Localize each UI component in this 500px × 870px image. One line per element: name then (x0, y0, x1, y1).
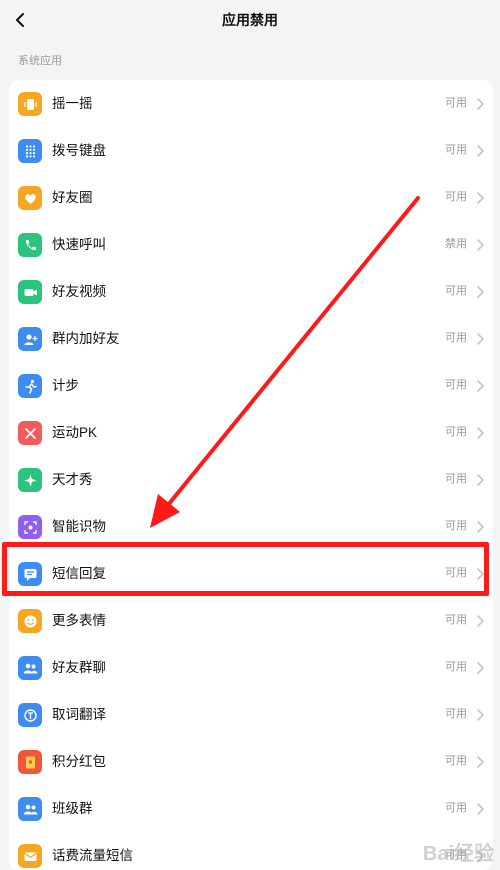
class-group-icon (18, 797, 42, 821)
swords-icon (18, 421, 42, 445)
chevron-right-icon (477, 286, 484, 298)
app-row[interactable]: 运动PK 可用 (9, 409, 493, 456)
app-name: 计步 (52, 378, 79, 393)
scan-icon (18, 515, 42, 539)
page-title: 应用禁用 (222, 12, 278, 28)
app-status: 可用 (445, 426, 467, 438)
chevron-right-icon (477, 756, 484, 768)
add-friend-icon (18, 327, 42, 351)
app-status: 可用 (445, 332, 467, 344)
sparkle-icon (18, 468, 42, 492)
app-name: 快速呼叫 (52, 237, 106, 252)
app-row[interactable]: 班级群 可用 (9, 785, 493, 832)
chevron-right-icon (477, 239, 484, 251)
app-name: 智能识物 (52, 519, 106, 534)
shake-icon (18, 92, 42, 116)
app-disable-screen: 应用禁用 系统应用 摇一摇 可用 拨号键盘 可用 好友圈 可用 快速呼叫 禁用 好友视频 可用 群内… (0, 0, 500, 870)
app-name: 好友视频 (52, 284, 106, 299)
app-name: 积分红包 (52, 754, 106, 769)
app-row[interactable]: 智能识物 可用 (9, 503, 493, 550)
app-name: 摇一摇 (52, 96, 93, 111)
app-row[interactable]: 拨号键盘 可用 (9, 127, 493, 174)
watermark: Bai经验 (422, 843, 494, 865)
chevron-right-icon (477, 709, 484, 721)
app-row[interactable]: 话费流量短信 可用 (9, 832, 493, 870)
app-row[interactable]: 好友视频 可用 (9, 268, 493, 315)
app-status: 可用 (445, 473, 467, 485)
app-status: 禁用 (445, 238, 467, 250)
header: 应用禁用 (0, 0, 500, 40)
group-chat-icon (18, 656, 42, 680)
app-name: 话费流量短信 (52, 848, 133, 863)
app-row[interactable]: 摇一摇 可用 (9, 80, 493, 127)
dialpad-icon (18, 139, 42, 163)
chevron-right-icon (477, 662, 484, 674)
app-status: 可用 (445, 520, 467, 532)
app-row[interactable]: 计步 可用 (9, 362, 493, 409)
message-icon (18, 562, 42, 586)
phone-icon (18, 233, 42, 257)
chevron-right-icon (477, 474, 484, 486)
app-row[interactable]: 天才秀 可用 (9, 456, 493, 503)
chevron-right-icon (477, 145, 484, 157)
app-name: 短信回复 (52, 566, 106, 581)
chevron-right-icon (477, 192, 484, 204)
chevron-right-icon (477, 98, 484, 110)
app-name: 取词翻译 (52, 707, 106, 722)
app-status: 可用 (445, 755, 467, 767)
heart-icon (18, 186, 42, 210)
red-packet-icon (18, 750, 42, 774)
chevron-left-icon (16, 13, 24, 27)
chevron-right-icon (477, 380, 484, 392)
app-status: 可用 (445, 97, 467, 109)
section-label: 系统应用 (18, 55, 62, 67)
app-list: 摇一摇 可用 拨号键盘 可用 好友圈 可用 快速呼叫 禁用 好友视频 可用 群内加好友 可用 计步 可用运… (9, 80, 493, 870)
translate-icon (18, 703, 42, 727)
smile-icon (18, 609, 42, 633)
app-name: 更多表情 (52, 613, 106, 628)
app-status: 可用 (445, 708, 467, 720)
app-name: 拨号键盘 (52, 143, 106, 158)
app-status: 可用 (445, 191, 467, 203)
app-status: 可用 (445, 567, 467, 579)
app-name: 班级群 (52, 801, 93, 816)
chevron-right-icon (477, 803, 484, 815)
app-status: 可用 (445, 614, 467, 626)
app-name: 运动PK (52, 425, 98, 440)
app-row[interactable]: 群内加好友 可用 (9, 315, 493, 362)
run-icon (18, 374, 42, 398)
chevron-right-icon (477, 568, 484, 580)
chevron-right-icon (477, 427, 484, 439)
app-row[interactable]: 积分红包 可用 (9, 738, 493, 785)
back-button[interactable] (6, 6, 34, 34)
app-name: 好友圈 (52, 190, 93, 205)
chevron-right-icon (477, 615, 484, 627)
app-row[interactable]: 取词翻译 可用 (9, 691, 493, 738)
app-row[interactable]: 好友圈 可用 (9, 174, 493, 221)
app-status: 可用 (445, 802, 467, 814)
app-row[interactable]: 好友群聊 可用 (9, 644, 493, 691)
app-status: 可用 (445, 144, 467, 156)
app-row[interactable]: 快速呼叫 禁用 (9, 221, 493, 268)
app-status: 可用 (445, 661, 467, 673)
app-status: 可用 (445, 379, 467, 391)
app-status: 可用 (445, 285, 467, 297)
app-name: 好友群聊 (52, 660, 106, 675)
chevron-right-icon (477, 521, 484, 533)
app-name: 天才秀 (52, 472, 93, 487)
envelope-icon (18, 844, 42, 868)
video-icon (18, 280, 42, 304)
app-name: 群内加好友 (52, 331, 120, 346)
app-row[interactable]: 短信回复 可用 (9, 550, 493, 597)
app-row[interactable]: 更多表情 可用 (9, 597, 493, 644)
chevron-right-icon (477, 333, 484, 345)
